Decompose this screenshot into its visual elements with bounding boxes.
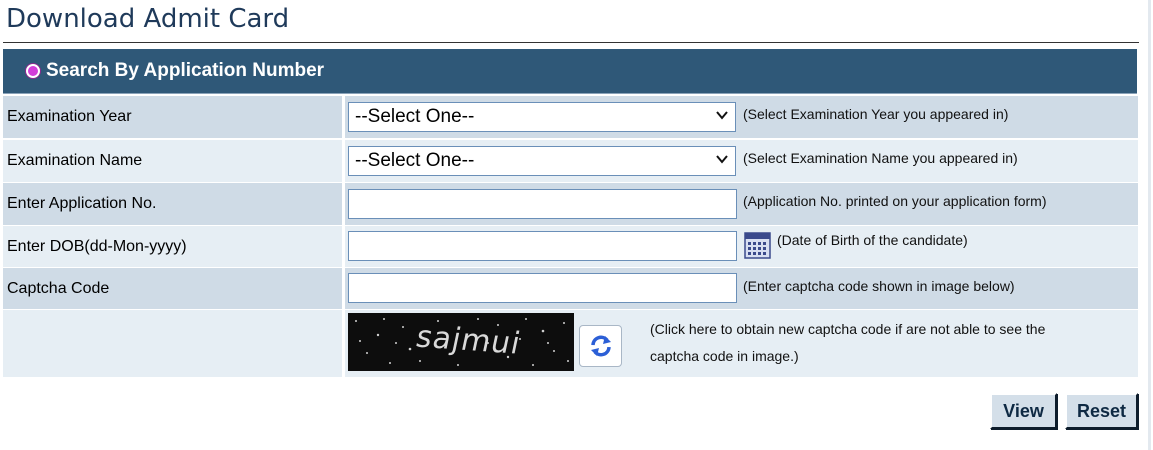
captcha-image: sajmui xyxy=(348,313,574,371)
captcha-refresh-button[interactable] xyxy=(579,325,622,367)
search-by-application-label: Search By Application Number xyxy=(46,60,325,81)
exam-year-row: Examination Year --Select One-- (Select … xyxy=(3,96,1138,138)
captcha-image-row: sajmui (Click here to obtain new captcha… xyxy=(3,310,1138,377)
chevron-down-icon xyxy=(716,155,728,164)
captcha-code-row: Captcha Code (Enter captcha code shown i… xyxy=(3,268,1138,309)
reset-button[interactable]: Reset xyxy=(1065,393,1138,429)
calendar-icon[interactable] xyxy=(744,232,771,259)
application-no-hint: (Application No. printed on your applica… xyxy=(743,193,1047,209)
exam-name-label: Examination Name xyxy=(7,152,143,169)
exam-name-row: Examination Name --Select One-- (Select … xyxy=(3,140,1138,182)
application-no-input[interactable] xyxy=(348,189,737,219)
exam-name-selected-value: --Select One-- xyxy=(355,150,475,171)
page-title: Download Admit Card xyxy=(6,4,290,34)
exam-year-select[interactable]: --Select One-- xyxy=(348,102,736,132)
chevron-down-icon xyxy=(716,111,728,120)
exam-year-selected-value: --Select One-- xyxy=(355,106,475,127)
dob-row: Enter DOB(dd-Mon-yyyy) (Date of Birth of… xyxy=(3,226,1138,267)
refresh-icon xyxy=(590,335,611,357)
dob-label: Enter DOB(dd-Mon-yyyy) xyxy=(7,237,187,255)
exam-year-label: Examination Year xyxy=(7,108,132,125)
exam-year-hint: (Select Examination Year you appeared in… xyxy=(743,106,1009,122)
captcha-refresh-hint-line1: (Click here to obtain new captcha code i… xyxy=(650,321,1046,337)
view-button[interactable]: View xyxy=(990,393,1057,429)
radio-selected-icon[interactable] xyxy=(26,64,40,78)
page-right-edge xyxy=(1148,0,1151,450)
application-no-label: Enter Application No. xyxy=(7,195,157,212)
captcha-code-label: Captcha Code xyxy=(7,279,110,297)
title-divider xyxy=(3,42,1139,43)
captcha-text: sajmui xyxy=(412,319,524,362)
exam-name-select[interactable]: --Select One-- xyxy=(348,146,736,176)
application-no-row: Enter Application No. (Application No. p… xyxy=(3,183,1138,225)
captcha-code-hint: (Enter captcha code shown in image below… xyxy=(743,278,1015,294)
exam-name-hint: (Select Examination Name you appeared in… xyxy=(743,150,1018,166)
dob-input[interactable] xyxy=(348,231,737,261)
captcha-refresh-hint-line2: captcha code in image.) xyxy=(650,348,799,364)
captcha-code-input[interactable] xyxy=(348,273,737,303)
search-by-application-header: Search By Application Number xyxy=(3,49,1137,94)
dob-hint: (Date of Birth of the candidate) xyxy=(777,232,968,248)
